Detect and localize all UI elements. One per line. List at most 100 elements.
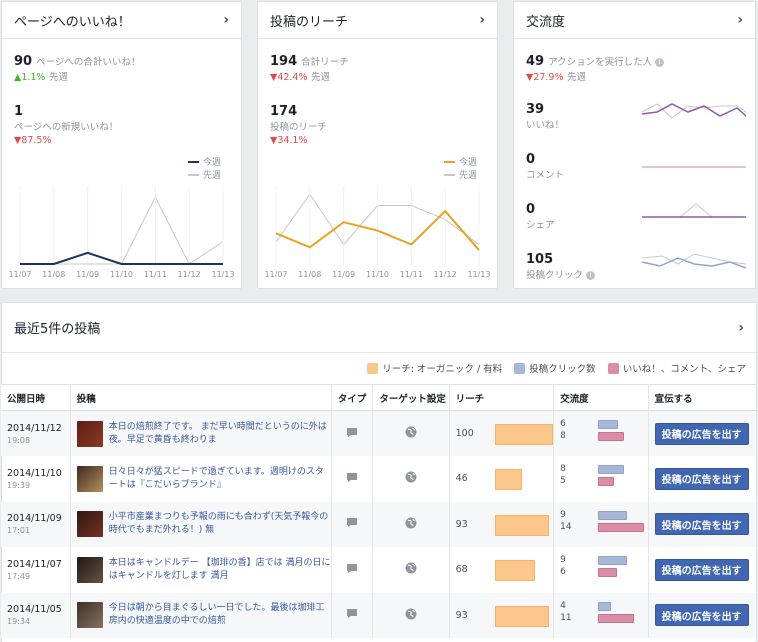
engagement-total-label: アクションを実行した人	[548, 57, 652, 68]
post-time: 19:08	[7, 436, 70, 445]
post-text-link[interactable]: 本日はキャンドルデー 【珈琲の香】店では 満月の日にはキャンドルを灯します 満月	[109, 557, 331, 583]
post-date: 2014/11/07	[7, 559, 70, 570]
likes-card-header[interactable]: ページへのいいね！ ›	[2, 2, 241, 39]
x-tick-label: 11/08	[298, 270, 321, 279]
legend-swatch	[188, 161, 199, 163]
table-header-row: 公開日時 投稿 タイプ ターゲット設定 リーチ 交流度 宣伝する	[1, 385, 757, 411]
reach-bar[interactable]	[495, 515, 549, 536]
reach-bar[interactable]	[495, 560, 535, 581]
new-likes-value: 1	[14, 104, 118, 119]
likes-legend: 今週 先週	[188, 155, 221, 181]
likes-bar[interactable]	[598, 614, 634, 623]
post-cell: 本日の焙煎終了です。 まだ早い時間だというのに外は夜。早足で黄昏も終わりま	[70, 411, 331, 457]
total-reach-change-suffix: 先週	[311, 72, 330, 83]
type-cell	[331, 456, 373, 502]
table-row[interactable]: 2014/11/10 19:39 日々日々が猛スピードで過ぎています。週明けのス…	[1, 456, 757, 502]
post-thumbnail[interactable]	[77, 602, 103, 628]
clicks-bar[interactable]	[598, 602, 611, 611]
post-text-link[interactable]: 本日の焙煎終了です。 まだ早い時間だというのに外は夜。早足で黄昏も終わりま	[109, 421, 331, 447]
recent-posts-legend: リーチ: オーガニック / 有料 投稿クリック数 いいね！、コメント、シェア	[367, 361, 746, 375]
clicks-swatch	[514, 363, 525, 374]
date-cell: 2014/11/07 17:49	[1, 547, 70, 593]
post-thumbnail[interactable]	[77, 421, 103, 447]
likes-bar[interactable]	[598, 477, 614, 486]
boost-post-button[interactable]: 投稿の広告を出す	[655, 423, 749, 445]
table-row[interactable]: 2014/11/12 19:08 本日の焙煎終了です。 まだ早い時間だというのに…	[1, 411, 757, 457]
total-reach-change: 42.4%	[277, 72, 307, 83]
likes-swatch	[608, 363, 619, 374]
post-reach-change: 34.1%	[277, 135, 307, 146]
chevron-right-icon[interactable]: ›	[737, 12, 743, 28]
reach-card-title: 投稿のリーチ	[270, 11, 348, 30]
status-post-icon	[346, 427, 358, 438]
target-cell	[373, 593, 449, 639]
legend-last-week: 先週	[203, 168, 221, 181]
header-reach[interactable]: リーチ	[449, 385, 553, 411]
likes-bar[interactable]	[598, 523, 644, 532]
post-thumbnail[interactable]	[77, 466, 103, 492]
chevron-right-icon[interactable]: ›	[738, 320, 744, 336]
table-row[interactable]: 2014/11/07 17:49 本日はキャンドルデー 【珈琲の香】店では 満月…	[1, 547, 757, 593]
boost-post-button[interactable]: 投稿の広告を出す	[655, 559, 749, 581]
status-post-icon	[346, 517, 358, 528]
target-cell	[373, 502, 449, 548]
engagement-total-change: 27.9%	[533, 72, 563, 83]
likes-bar[interactable]	[598, 432, 624, 441]
reach-bar[interactable]	[495, 606, 549, 627]
post-cell: 日々日々が猛スピードで過ぎています。週明けのスタートは『こだいらブランド』	[70, 456, 331, 502]
reach-cell: 46	[449, 456, 553, 502]
post-text-link[interactable]: 日々日々が猛スピードで過ぎています。週明けのスタートは『こだいらブランド』	[109, 466, 331, 492]
post-thumbnail[interactable]	[77, 557, 103, 583]
target-cell	[373, 456, 449, 502]
recent-posts-header[interactable]: 最近5件の投稿 ›	[2, 303, 756, 353]
clicks-bar[interactable]	[598, 465, 624, 474]
likes-value: 8	[560, 431, 566, 441]
legend-reach: リーチ: オーガニック / 有料	[382, 361, 502, 375]
x-tick-label: 11/08	[42, 270, 65, 279]
legend-swatch	[444, 174, 455, 176]
clicks-bar[interactable]	[598, 556, 627, 565]
engagement-cell: 9 6	[554, 547, 649, 593]
engagement-card-header[interactable]: 交流度 ›	[514, 2, 755, 39]
boost-post-button[interactable]: 投稿の広告を出す	[655, 513, 749, 535]
date-cell: 2014/11/09 17:01	[1, 502, 70, 548]
likes-card-title: ページへのいいね！	[14, 11, 131, 30]
sparkline-last-week	[642, 204, 746, 217]
chevron-right-icon[interactable]: ›	[479, 12, 485, 28]
globe-icon	[405, 426, 417, 438]
x-tick-label: 11/11	[144, 270, 167, 279]
clicks-bar[interactable]	[598, 420, 618, 429]
likes-bar[interactable]	[598, 568, 617, 577]
engagement-card-title: 交流度	[526, 11, 565, 30]
engagement-row-comments: 0 コメント	[526, 152, 756, 181]
table-row[interactable]: 2014/11/05 19:34 今日は朝から目まぐるしい一日でした。最後は珈琲…	[1, 593, 757, 639]
info-icon[interactable]: i	[586, 271, 595, 280]
engagement-cell: 6 8	[554, 411, 649, 457]
reach-card-header[interactable]: 投稿のリーチ ›	[258, 2, 497, 39]
post-thumbnail[interactable]	[77, 511, 103, 537]
reach-value: 93	[456, 610, 468, 621]
reach-bar[interactable]	[495, 424, 553, 445]
header-date[interactable]: 公開日時	[1, 385, 70, 411]
post-date: 2014/11/05	[7, 604, 70, 615]
reach-value: 100	[456, 428, 474, 439]
post-reach-value: 174	[270, 104, 327, 119]
legend-last-week: 先週	[459, 168, 477, 181]
clicks-bar[interactable]	[598, 511, 627, 520]
clicks-sparkline	[642, 252, 746, 274]
post-text-link[interactable]: 今日は朝から目まぐるしい一日でした。最後は珈琲工房内の快適温度の中での焙煎	[109, 602, 331, 628]
post-text-link[interactable]: 小平市産業まつりも予報の雨にも合わず(天気予報今の時代でもまだ外れる！) 無	[109, 511, 331, 537]
header-engagement[interactable]: 交流度	[554, 385, 649, 411]
globe-icon	[405, 562, 417, 574]
boost-post-button[interactable]: 投稿の広告を出す	[655, 468, 749, 490]
boost-post-button[interactable]: 投稿の広告を出す	[655, 604, 749, 626]
type-cell	[331, 593, 373, 639]
x-tick-label: 11/13	[467, 270, 490, 279]
table-row[interactable]: 2014/11/09 17:01 小平市産業まつりも予報の雨にも合わず(天気予報…	[1, 502, 757, 548]
reach-bar[interactable]	[495, 469, 522, 490]
type-cell	[331, 502, 373, 548]
info-icon[interactable]: i	[655, 58, 664, 67]
recent-posts-title: 最近5件の投稿	[14, 318, 100, 337]
chevron-right-icon[interactable]: ›	[223, 12, 229, 28]
new-likes-label: ページへの新規いいね！	[14, 119, 118, 133]
